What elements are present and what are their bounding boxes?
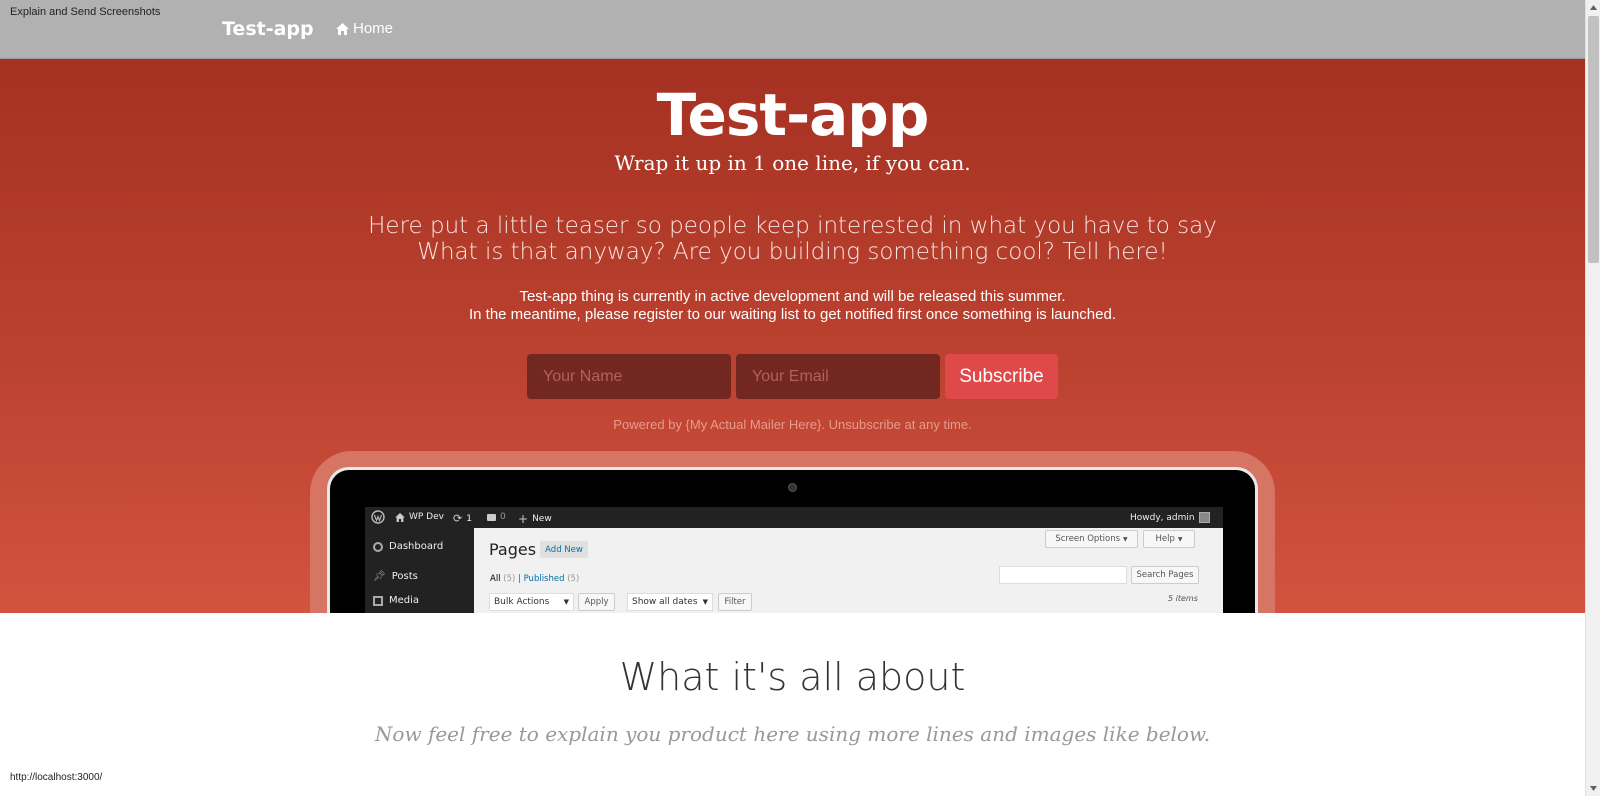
subscribe-form: Subscribe — [527, 354, 1058, 399]
wp-menu-label: Media — [389, 595, 420, 606]
hero-teaser: Here put a little teaser so people keep … — [0, 213, 1585, 265]
wp-updates: ⟳ 1 — [453, 512, 472, 525]
wp-new-label: New — [532, 514, 552, 524]
hero-title: Test-app — [656, 81, 930, 149]
wp-search-input — [999, 566, 1127, 584]
email-input[interactable] — [736, 354, 940, 399]
comment-icon — [487, 513, 496, 521]
wp-menu-posts: 📌︎ Posts — [373, 571, 418, 582]
wp-add-new-button: Add New — [540, 541, 588, 558]
wp-status-filters: All (5) | Published (5) — [490, 574, 579, 584]
device-bezel: WP Dev ⟳ 1 0 + New Howdy, admin Dashboar… — [327, 467, 1258, 613]
camera-icon — [788, 483, 797, 492]
pin-icon: 📌︎ — [373, 571, 386, 582]
wp-updates-count: 1 — [466, 513, 472, 524]
home-icon — [336, 22, 349, 35]
wp-pages-title: Pages — [489, 540, 537, 559]
wp-screen-options-label: Screen Options — [1055, 534, 1121, 544]
wp-menu-label: Dashboard — [389, 541, 444, 552]
wp-howdy: Howdy, admin — [1130, 512, 1210, 523]
wp-admin-screenshot: WP Dev ⟳ 1 0 + New Howdy, admin Dashboar… — [365, 507, 1223, 613]
navbar-brand[interactable]: Test-app — [222, 18, 314, 40]
info-line-1: Test-app thing is currently in active de… — [519, 288, 1066, 305]
powered-by-text: Powered by {My Actual Mailer Here}. Unsu… — [613, 417, 972, 432]
info-line-2: In the meantime, please register to our … — [468, 306, 1116, 323]
wp-screen-options-button: Screen Options ▼ — [1045, 530, 1138, 548]
wp-bulk-actions-label: Bulk Actions — [494, 597, 550, 607]
wp-items-count: 5 items — [1168, 594, 1198, 603]
about-subtitle: Now feel free to explain you product her… — [374, 722, 1211, 746]
hero-info: Test-app thing is currently in active de… — [0, 288, 1585, 324]
wp-apply-button: Apply — [578, 593, 615, 611]
window-title: Explain and Send Screenshots — [10, 6, 161, 18]
wp-filter-published: Published — [523, 574, 565, 584]
media-icon — [373, 595, 383, 606]
scroll-up-arrow-icon[interactable] — [1586, 0, 1600, 15]
nav-home-link[interactable]: Home — [336, 20, 393, 37]
wp-dates-select: Show all dates ▼ — [627, 593, 713, 611]
wp-filter-published-count: (5) — [567, 574, 580, 584]
device-mockup: WP Dev ⟳ 1 0 + New Howdy, admin Dashboar… — [310, 451, 1275, 613]
wp-filter-all: All — [490, 574, 501, 584]
avatar — [1198, 512, 1210, 523]
scrollbar-thumb[interactable] — [1588, 16, 1599, 263]
status-bar-url: http://localhost:3000/ — [10, 772, 103, 783]
home-icon — [395, 512, 405, 522]
wp-menu-media: Media — [373, 595, 419, 606]
about-title: What it's all about — [619, 655, 966, 699]
caret-down-icon: ▼ — [563, 598, 569, 606]
wp-help-button: Help ▼ — [1143, 530, 1195, 548]
plus-icon: + — [518, 512, 529, 526]
wp-help-label: Help — [1155, 534, 1175, 544]
wp-filter-button: Filter — [718, 593, 752, 611]
wp-sidebar: Dashboard 📌︎ Posts Media — [365, 528, 474, 613]
nav-home-label: Home — [353, 20, 394, 37]
caret-down-icon: ▼ — [1177, 535, 1183, 543]
wp-menu-dashboard: Dashboard — [373, 541, 443, 552]
teaser-line-1: Here put a little teaser so people keep … — [368, 213, 1217, 239]
wp-menu-label: Posts — [391, 571, 418, 582]
wp-dates-label: Show all dates — [632, 597, 698, 607]
wp-search-pages-button: Search Pages — [1131, 566, 1199, 584]
dashboard-icon — [373, 541, 383, 552]
wp-comments: 0 — [487, 512, 506, 522]
wordpress-logo-icon — [371, 510, 385, 524]
wp-bulk-actions-select: Bulk Actions ▼ — [489, 593, 574, 611]
wp-new: + New — [518, 512, 552, 526]
scroll-down-arrow-icon[interactable] — [1586, 781, 1600, 796]
vertical-scrollbar[interactable] — [1585, 0, 1600, 796]
wp-filter-all-count: (5) — [503, 574, 516, 584]
name-input[interactable] — [527, 354, 731, 399]
hero-tagline: Wrap it up in 1 one line, if you can. — [614, 151, 971, 175]
teaser-line-2: What is that anyway? Are you building so… — [417, 239, 1168, 265]
wp-howdy-text: Howdy, admin — [1130, 512, 1195, 523]
wp-site-link: WP Dev — [395, 512, 444, 522]
wp-site-name: WP Dev — [409, 512, 444, 522]
navbar: Test-app Home — [0, 0, 1585, 59]
caret-down-icon: ▼ — [702, 598, 708, 606]
caret-down-icon: ▼ — [1123, 535, 1128, 543]
hero-section: Test-app Wrap it up in 1 one line, if yo… — [0, 59, 1585, 613]
refresh-icon: ⟳ — [453, 512, 463, 525]
subscribe-button[interactable]: Subscribe — [945, 354, 1058, 399]
wp-admin-bar: WP Dev ⟳ 1 0 + New Howdy, admin — [365, 507, 1223, 528]
wp-comments-count: 0 — [500, 512, 506, 522]
